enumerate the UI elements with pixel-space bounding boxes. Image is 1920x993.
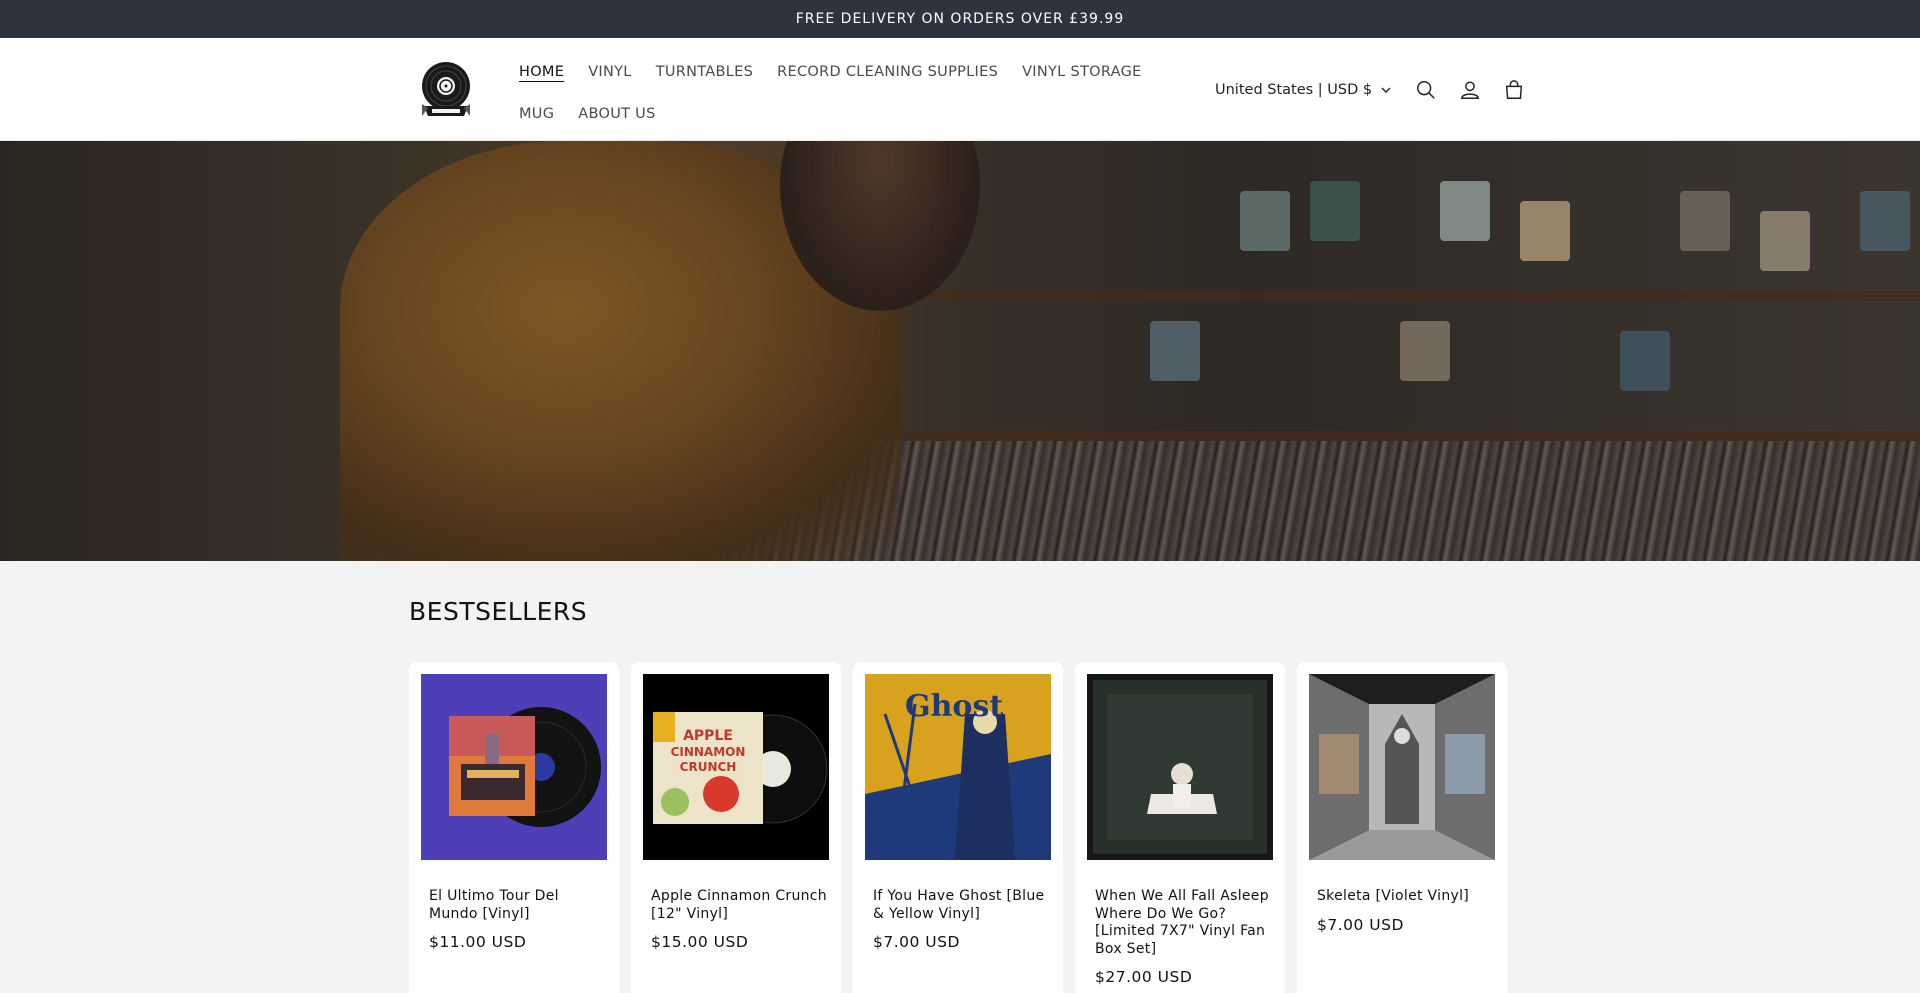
product-price: $27.00 USD [1095, 968, 1193, 986]
vinyl-logo-icon [422, 62, 470, 116]
chevron-down-icon [1381, 87, 1391, 93]
site-header: HOME VINYL TURNTABLES RECORD CLEANING SU… [0, 38, 1920, 141]
announcement-bar: FREE DELIVERY ON ORDERS OVER £39.99 [0, 0, 1920, 38]
account-icon [1461, 80, 1480, 99]
account-button[interactable] [1458, 78, 1482, 102]
product-image[interactable] [1087, 674, 1273, 860]
product-title[interactable]: El Ultimo Tour Del Mundo [Vinyl] [421, 888, 607, 923]
cover-apple-line-1: APPLE [683, 728, 733, 744]
cover-apple-line-2: CINNAMON [671, 745, 746, 759]
nav-mug[interactable]: MUG [519, 90, 554, 132]
album-cover-if-you-have-ghost: Ghost [865, 674, 1051, 860]
product-image[interactable]: Ghost [865, 674, 1051, 860]
header-actions: United States | USD $ [1215, 38, 1546, 141]
nav-vinyl[interactable]: VINYL [588, 48, 631, 90]
album-cover-when-we-all-fall-asleep [1087, 674, 1273, 860]
album-cover-skeleta [1309, 674, 1495, 860]
hero-banner [0, 141, 1920, 561]
search-icon [1417, 80, 1435, 99]
cart-button[interactable] [1502, 78, 1526, 102]
product-price: $11.00 USD [429, 933, 527, 951]
product-grid: El Ultimo Tour Del Mundo [Vinyl] $11.00 … [409, 662, 1507, 993]
nav-vinyl-storage[interactable]: VINYL STORAGE [1022, 48, 1142, 90]
product-image[interactable]: APPLE CINNAMON CRUNCH [643, 674, 829, 860]
product-price: $7.00 USD [1317, 915, 1404, 934]
nav-turntables[interactable]: TURNTABLES [656, 48, 753, 90]
product-title[interactable]: Apple Cinnamon Crunch [12" Vinyl] [643, 888, 829, 923]
nav-home[interactable]: HOME [519, 48, 564, 90]
cart-icon [1505, 79, 1523, 99]
store-logo[interactable] [418, 60, 474, 122]
bestsellers-section: BESTSELLERS El Ultimo Tour Del Mundo [Vi… [0, 561, 1920, 993]
product-card[interactable]: When We All Fall Asleep Where Do We Go? … [1075, 662, 1285, 993]
search-button[interactable] [1414, 78, 1438, 102]
album-cover-el-ultimo-tour [421, 674, 607, 860]
product-card[interactable]: Ghost If You Have Ghost [Blue & Yellow V… [853, 662, 1063, 993]
nav-record-cleaning-supplies[interactable]: RECORD CLEANING SUPPLIES [777, 48, 998, 90]
product-title[interactable]: If You Have Ghost [Blue & Yellow Vinyl] [865, 888, 1051, 923]
country-currency-selector[interactable]: United States | USD $ [1215, 82, 1392, 98]
product-card[interactable]: El Ultimo Tour Del Mundo [Vinyl] $11.00 … [409, 662, 619, 993]
product-image[interactable] [1309, 674, 1495, 860]
nav-about-us[interactable]: ABOUT US [578, 90, 655, 132]
cover-ghost-logo: Ghost [905, 689, 1003, 724]
product-card[interactable]: APPLE CINNAMON CRUNCH Apple Cinnamon Cru… [631, 662, 841, 993]
product-title[interactable]: Skeleta [Violet Vinyl] [1309, 888, 1495, 906]
album-cover-apple-cinnamon-crunch: APPLE CINNAMON CRUNCH [643, 674, 829, 860]
hero-overlay [0, 141, 1920, 561]
country-currency-label: United States | USD $ [1215, 81, 1373, 98]
product-title[interactable]: When We All Fall Asleep Where Do We Go? … [1087, 888, 1273, 958]
section-title: BESTSELLERS [409, 597, 588, 626]
product-card[interactable]: Skeleta [Violet Vinyl] $7.00 USD [1297, 662, 1507, 993]
main-navigation: HOME VINYL TURNTABLES RECORD CLEANING SU… [519, 48, 1179, 132]
announcement-text: FREE DELIVERY ON ORDERS OVER £39.99 [795, 11, 1125, 27]
product-image[interactable] [421, 674, 607, 860]
product-price: $15.00 USD [651, 933, 749, 951]
product-price: $7.00 USD [873, 933, 960, 951]
cover-apple-line-3: CRUNCH [680, 760, 737, 774]
